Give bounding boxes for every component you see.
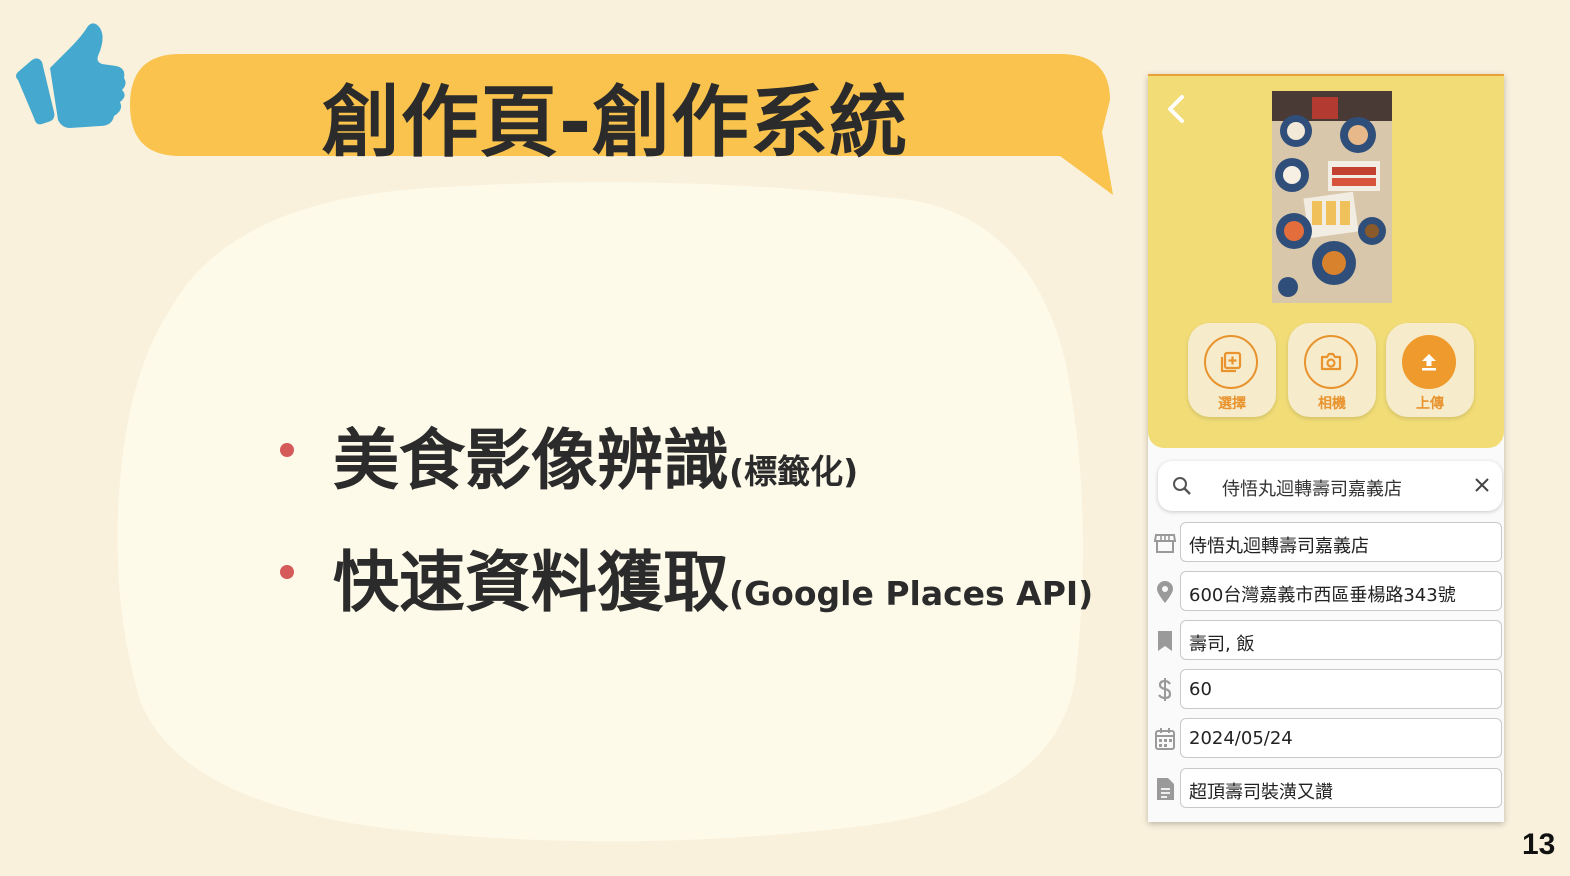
note-row: 超頂壽司裝潢又讚: [1148, 768, 1504, 810]
select-photo-button[interactable]: 選擇: [1188, 323, 1276, 417]
dollar-icon: [1158, 678, 1172, 701]
document-icon: [1157, 778, 1174, 800]
tags-row: 壽司, 飯: [1148, 620, 1504, 662]
bullet-sub-text: (標籤化): [729, 452, 859, 491]
upload-label: 上傳: [1416, 396, 1444, 412]
note-field[interactable]: 超頂壽司裝潢又讚: [1180, 768, 1502, 808]
address-field[interactable]: 600台灣嘉義市西區垂楊路343號: [1180, 571, 1502, 611]
price-row: 60: [1148, 669, 1504, 711]
bullet-item: 快速資料獲取(Google Places API): [275, 517, 1093, 639]
date-field[interactable]: 2024/05/24: [1180, 718, 1502, 758]
camera-button[interactable]: 相機: [1288, 323, 1376, 417]
store-icon: [1154, 534, 1176, 553]
store-name-row: 侍悟丸迴轉壽司嘉義店: [1148, 522, 1504, 564]
tags-value: 壽司, 飯: [1189, 634, 1255, 655]
location-pin-icon: [1157, 581, 1173, 603]
camera-icon: [1304, 335, 1358, 389]
bullet-main-text: 快速資料獲取: [333, 544, 729, 621]
bullet-dot: [280, 565, 294, 579]
store-name-field[interactable]: 侍悟丸迴轉壽司嘉義店: [1180, 522, 1502, 562]
bullet-item: 美食影像辨識(標籤化): [275, 395, 1093, 517]
bullet-sub-text: (Google Places API): [729, 574, 1094, 613]
address-value: 600台灣嘉義市西區垂楊路343號: [1189, 585, 1456, 606]
bullet-main-text: 美食影像辨識: [333, 422, 729, 499]
bullet-text: 美食影像辨識(標籤化): [333, 416, 858, 517]
camera-label: 相機: [1318, 396, 1346, 412]
upload-button[interactable]: 上傳: [1386, 323, 1474, 417]
note-value: 超頂壽司裝潢又讚: [1189, 782, 1333, 803]
address-row: 600台灣嘉義市西區垂楊路343號: [1148, 571, 1504, 613]
page-number: 13: [1522, 828, 1556, 861]
place-search-bar[interactable]: 侍悟丸迴轉壽司嘉義店: [1158, 461, 1502, 511]
upload-icon: [1402, 335, 1456, 389]
add-photo-icon: [1204, 335, 1258, 389]
back-arrow-icon[interactable]: [1164, 94, 1188, 124]
bullet-text: 快速資料獲取(Google Places API): [333, 538, 1093, 639]
slide-title: 創作頁-創作系統: [321, 78, 909, 168]
date-value: 2024/05/24: [1189, 728, 1293, 749]
search-icon: [1173, 477, 1191, 495]
calendar-icon: [1155, 728, 1175, 750]
bookmark-icon: [1158, 631, 1172, 651]
clear-icon[interactable]: [1474, 477, 1490, 493]
store-name-value: 侍悟丸迴轉壽司嘉義店: [1189, 536, 1369, 557]
price-field[interactable]: 60: [1180, 669, 1502, 709]
bullet-list: 美食影像辨識(標籤化) 快速資料獲取(Google Places API): [275, 395, 1093, 639]
price-value: 60: [1189, 679, 1212, 700]
thumbs-up-icon: [16, 23, 126, 128]
phone-header-panel: 選擇 相機 上傳: [1148, 74, 1504, 448]
phone-screenshot: 選擇 相機 上傳 侍悟丸迴轉壽司嘉義店 侍悟丸迴轉壽司嘉義店 600台灣嘉義市西…: [1148, 74, 1504, 822]
bullet-dot: [280, 443, 294, 457]
select-photo-label: 選擇: [1218, 396, 1246, 412]
food-photo: [1272, 91, 1392, 303]
tags-field[interactable]: 壽司, 飯: [1180, 620, 1502, 660]
search-input[interactable]: 侍悟丸迴轉壽司嘉義店: [1222, 475, 1402, 501]
date-row: 2024/05/24: [1148, 718, 1504, 760]
